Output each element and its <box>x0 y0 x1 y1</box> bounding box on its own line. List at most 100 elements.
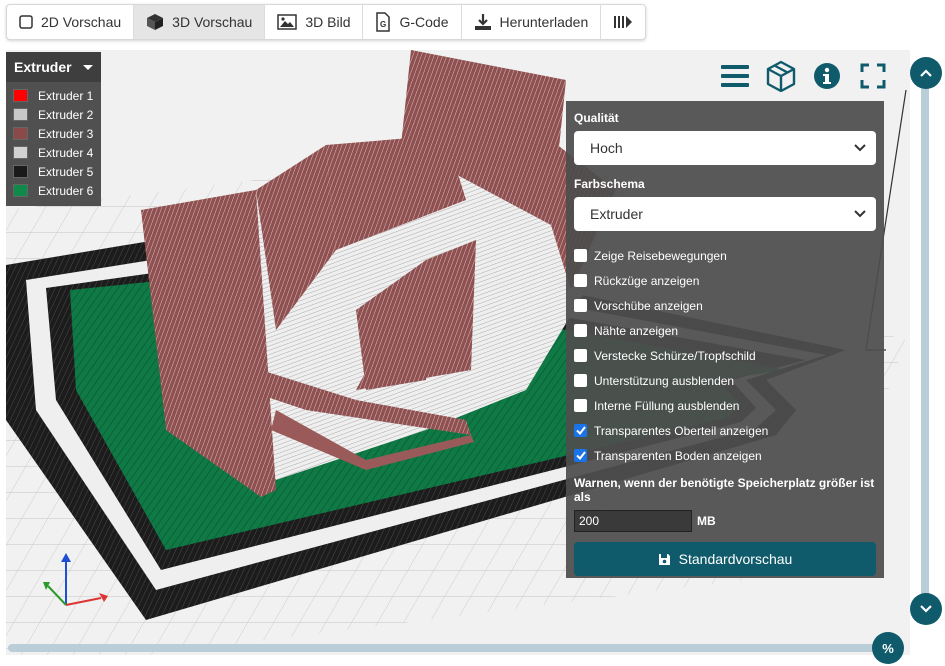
animation-button[interactable] <box>601 5 645 39</box>
option-label: Rückzüge anzeigen <box>594 273 700 288</box>
option-checkbox[interactable] <box>574 324 587 337</box>
legend-item-label: Extruder 2 <box>38 107 94 122</box>
legend-title: Extruder <box>14 59 72 75</box>
legend-item-label: Extruder 3 <box>38 126 94 141</box>
chevron-up-icon <box>920 69 932 77</box>
tab-3d-preview[interactable]: 3D Vorschau <box>134 5 266 39</box>
legend-item: Extruder 3 <box>6 124 101 143</box>
option-label: Nähte anzeigen <box>594 323 679 338</box>
legend-item: Extruder 5 <box>6 162 101 181</box>
legend-toggle[interactable]: Extruder <box>6 52 101 82</box>
memory-warning-label: Warnen, wenn der benötigte Speicherplatz… <box>574 476 875 504</box>
option-checkbox[interactable] <box>574 399 587 412</box>
option-label: Transparentes Oberteil anzeigen <box>594 423 769 438</box>
view-cube-button[interactable] <box>766 60 796 92</box>
info-button[interactable] <box>812 60 842 92</box>
quality-value: Hoch <box>590 140 623 156</box>
color-scheme-value: Extruder <box>590 206 643 222</box>
option-label: Unterstützung ausblenden <box>594 373 735 388</box>
checkmark-icon <box>575 426 586 435</box>
horizontal-progress-slider[interactable] <box>8 644 876 652</box>
default-preview-button[interactable]: Standardvorschau <box>574 542 876 576</box>
legend-item: Extruder 6 <box>6 181 101 200</box>
quality-label: Qualität <box>574 111 619 125</box>
option-label: Vorschübe anzeigen <box>594 298 703 313</box>
hamburger-icon <box>721 65 749 87</box>
option-label: Interne Füllung ausblenden <box>594 398 740 413</box>
memory-limit-input[interactable] <box>574 510 692 532</box>
option-row[interactable]: Zeige Reisebewegungen <box>574 243 876 268</box>
svg-text:G: G <box>380 20 386 29</box>
color-scheme-label: Farbschema <box>574 177 645 191</box>
tab-2d-preview[interactable]: 2D Vorschau <box>7 5 135 39</box>
tab-3d-image-label: 3D Bild <box>305 14 351 30</box>
legend-item-label: Extruder 6 <box>38 183 94 198</box>
legend-item-label: Extruder 4 <box>38 145 94 160</box>
option-row[interactable]: Unterstützung ausblenden <box>574 368 876 393</box>
legend-item: Extruder 2 <box>6 105 101 124</box>
tab-gcode[interactable]: G G-Code <box>363 5 462 39</box>
color-swatch <box>13 89 28 102</box>
preview-settings-panel: Qualität Hoch Farbschema Extruder Zeige … <box>566 101 884 578</box>
chevron-down-icon <box>854 144 866 152</box>
default-preview-label: Standardvorschau <box>678 551 793 567</box>
legend-item-label: Extruder 5 <box>38 164 94 179</box>
tab-gcode-label: G-Code <box>399 14 449 30</box>
option-label: Verstecke Schürze/Tropfschild <box>594 348 756 363</box>
cube-outline-icon <box>766 60 796 92</box>
option-row[interactable]: Rückzüge anzeigen <box>574 268 876 293</box>
legend-item: Extruder 1 <box>6 86 101 105</box>
option-label: Transparenten Boden anzeigen <box>594 448 762 463</box>
download-icon <box>474 14 491 30</box>
option-row[interactable]: Verstecke Schürze/Tropfschild <box>574 343 876 368</box>
play-bars-icon <box>614 16 633 28</box>
download-button-label: Herunterladen <box>499 14 589 30</box>
legend-list: Extruder 1 Extruder 2 Extruder 3 Extruder 4… <box>6 82 101 206</box>
color-scheme-select[interactable]: Extruder <box>574 197 876 231</box>
cube-icon <box>147 14 164 30</box>
vertical-layer-slider[interactable] <box>921 72 929 602</box>
download-button[interactable]: Herunterladen <box>462 5 602 39</box>
layer-up-button[interactable] <box>910 57 942 89</box>
checkmark-icon <box>575 451 586 460</box>
chevron-down-icon <box>920 605 932 613</box>
tab-3d-image[interactable]: 3D Bild <box>265 5 364 39</box>
option-row[interactable]: Vorschübe anzeigen <box>574 293 876 318</box>
option-list: Zeige Reisebewegungen Rückzüge anzeigen Vo… <box>574 243 876 468</box>
layer-down-button[interactable] <box>910 593 942 625</box>
fullscreen-icon <box>860 63 886 89</box>
color-swatch <box>13 146 28 159</box>
option-checkbox[interactable] <box>574 449 587 462</box>
option-row[interactable]: Transparentes Oberteil anzeigen <box>574 418 876 443</box>
percent-button[interactable]: % <box>872 632 904 664</box>
option-checkbox[interactable] <box>574 349 587 362</box>
slicer-preview-window: 2D Vorschau 3D Vorschau 3D Bild G G-Code… <box>0 0 945 666</box>
tab-2d-preview-label: 2D Vorschau <box>41 14 122 30</box>
option-checkbox[interactable] <box>574 374 587 387</box>
legend-item: Extruder 4 <box>6 143 101 162</box>
menu-button[interactable] <box>720 60 750 92</box>
option-row[interactable]: Nähte anzeigen <box>574 318 876 343</box>
option-checkbox[interactable] <box>574 299 587 312</box>
legend-item-label: Extruder 1 <box>38 88 94 103</box>
option-row[interactable]: Transparenten Boden anzeigen <box>574 443 876 468</box>
color-swatch <box>13 127 28 140</box>
option-label: Zeige Reisebewegungen <box>594 248 727 263</box>
square-outline-icon <box>19 15 33 29</box>
image-icon <box>277 14 298 30</box>
memory-unit: MB <box>697 514 716 528</box>
option-checkbox[interactable] <box>574 249 587 262</box>
option-row[interactable]: Interne Füllung ausblenden <box>574 393 876 418</box>
fullscreen-button[interactable] <box>858 60 888 92</box>
info-icon <box>814 63 840 89</box>
save-icon <box>658 553 670 565</box>
gcode-file-icon: G <box>376 12 391 32</box>
option-checkbox[interactable] <box>574 274 587 287</box>
color-swatch <box>13 184 28 197</box>
percent-label: % <box>882 640 894 656</box>
tab-3d-preview-label: 3D Vorschau <box>172 14 253 30</box>
quality-select[interactable]: Hoch <box>574 131 876 165</box>
color-swatch <box>13 108 28 121</box>
option-checkbox[interactable] <box>574 424 587 437</box>
view-icon-bar <box>720 60 888 92</box>
